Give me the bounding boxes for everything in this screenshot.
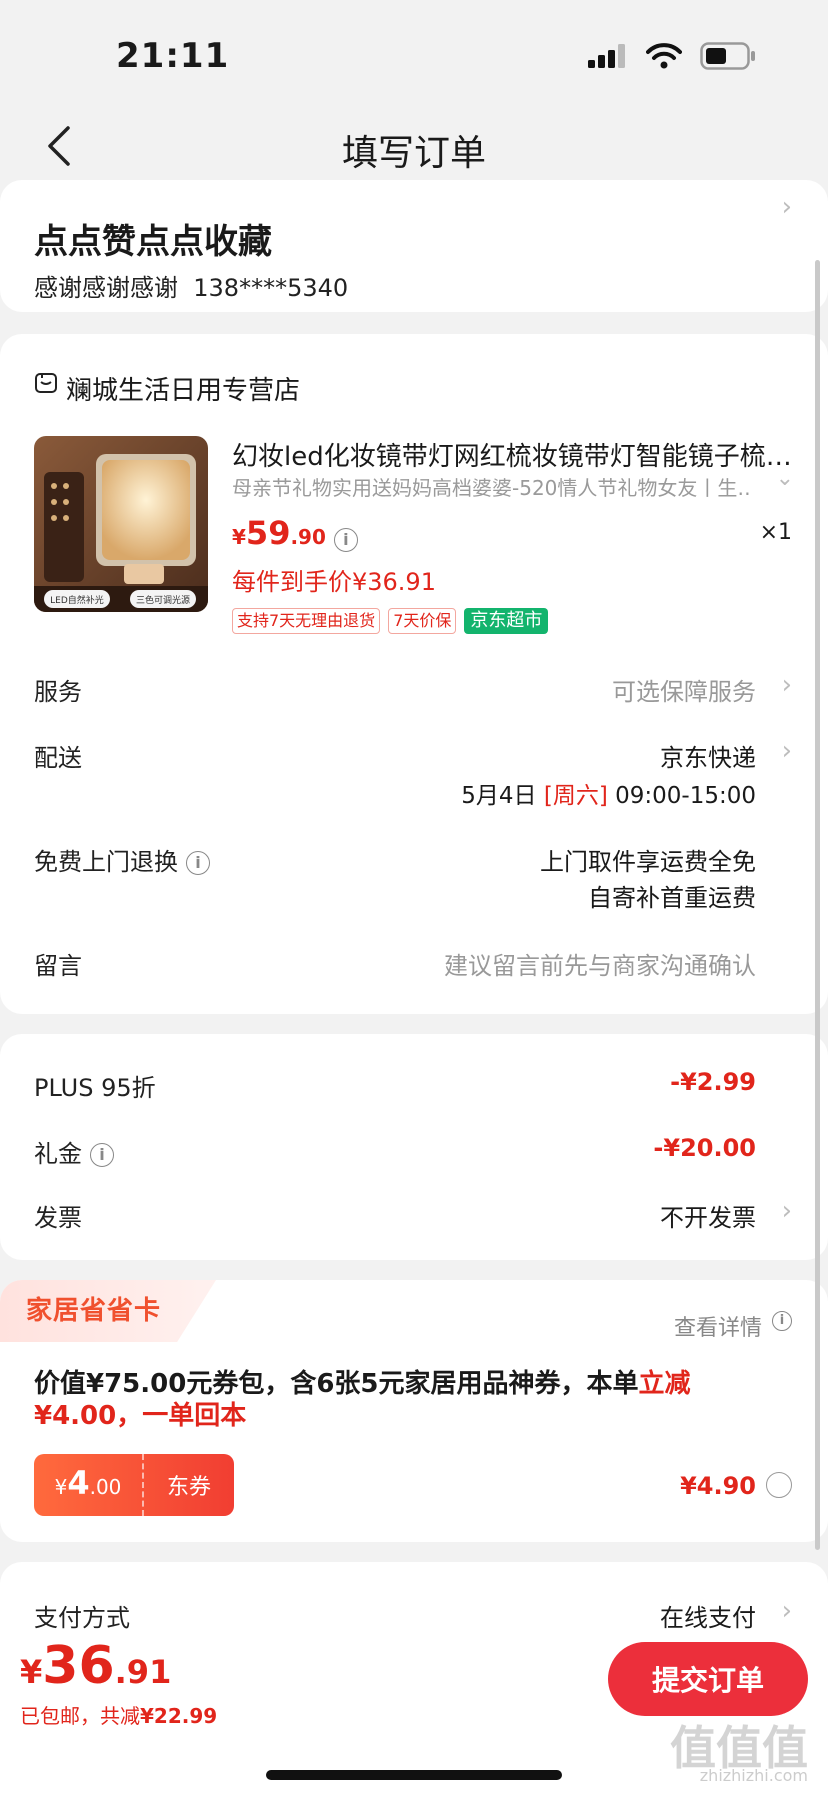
summary-saved-value: ¥22.99 [140,1704,218,1728]
shop-name[interactable]: 斓城生活日用专营店 [66,370,300,407]
cellular-signal-icon [588,44,625,68]
service-label: 服务 [34,678,82,706]
expand-chevron-icon[interactable]: ⌄ [776,466,794,491]
summary-shipping: 已包邮， [20,1704,100,1728]
invoice-chevron-icon[interactable]: › [782,1196,792,1226]
payment-value[interactable]: 在线支付 [660,1598,756,1633]
gift-label-text: 礼金 [34,1140,82,1168]
promo-text-a: 价值¥75.00元券包，含6张5元家居用品神券，本单 [34,1369,639,1399]
address-chevron-icon[interactable]: › [782,192,792,222]
savings-card-price: ¥4.90 [680,1472,756,1500]
coupon-amount: ¥4.00 [34,1454,144,1516]
service-value[interactable]: 可选保障服务 [612,672,756,707]
address-contact: 感谢感谢感谢 138****5340 [34,268,348,303]
delivery-chevron-icon[interactable]: › [782,736,792,766]
payment-chevron-icon[interactable]: › [782,1596,792,1626]
battery-icon [700,42,755,70]
coupon[interactable]: ¥4.00 东券 [34,1454,234,1516]
tag-price-protect: 7天价保 [388,608,457,634]
total-dec: .91 [114,1653,172,1691]
price-info-icon[interactable]: i [333,527,358,552]
product-tags: 支持7天无理由退货 7天价保 京东超市 [232,608,549,634]
invoice-label: 发票 [34,1204,82,1232]
coupon-label: 东券 [166,1475,211,1500]
promo-text-c: ¥4.00，一单回本 [34,1401,247,1431]
submit-order-button[interactable]: 提交订单 [608,1642,808,1716]
shop-icon [35,373,57,393]
delivery-date: 5月4日 [461,783,537,809]
return-line1: 上门取件享运费全免 [540,848,756,876]
gift-value: -¥20.00 [653,1134,756,1162]
gift-info-icon[interactable]: i [90,1143,114,1167]
return-line2: 自寄补首重运费 [588,884,756,912]
summary-saved-label: 共减 [100,1704,140,1728]
home-indicator[interactable] [266,1770,562,1780]
payment-label: 支付方式 [34,1604,130,1632]
plus-value: -¥2.99 [670,1068,756,1096]
image-label-1: LED自然补光 [50,594,104,606]
savings-promo: 价值¥75.00元券包，含6张5元家居用品神券，本单立减 ¥4.00，一单回本 [34,1368,794,1432]
savings-details-link[interactable]: 查看详情 [674,1310,762,1342]
plus-label: PLUS 95折 [34,1074,156,1102]
invoice-value[interactable]: 不开发票 [660,1198,756,1233]
delivery-slot: 09:00-15:00 [615,783,756,809]
delivery-label: 配送 [34,744,82,772]
back-arrow-icon[interactable] [40,122,80,170]
savings-badge: 家居省省卡 [26,1296,162,1326]
address-name: 点点赞点点收藏 [34,222,272,262]
product-subtitle: 母亲节礼物实用送妈妈高档婆婆-520情人节礼物女友丨生… [232,476,752,500]
contact-name: 感谢感谢感谢 [34,274,178,302]
product-title[interactable]: 幻妆led化妆镜带灯网红梳妆镜带灯智能镜子梳… [232,436,792,473]
return-label-text: 免费上门退换 [34,848,178,876]
delivery-time[interactable]: 5月4日 [周六] 09:00-15:00 [461,776,756,810]
total-currency: ¥ [20,1653,43,1691]
image-label-2: 三色可调光源 [136,594,190,606]
savings-info-icon[interactable]: i [772,1310,792,1331]
coupon-currency: ¥ [54,1475,68,1499]
product-image[interactable]: LED自然补光 三色可调光源 [34,436,208,612]
message-label: 留言 [34,952,82,980]
page-title: 填写订单 [341,133,486,174]
price-currency: ¥ [232,525,246,549]
contact-phone: 138****5340 [193,274,349,302]
return-label: 免费上门退换 i [34,842,210,877]
price-int: 59 [245,514,291,552]
total-price: ¥36.91 [20,1636,171,1696]
coupon-int: 4 [67,1464,90,1502]
delivery-weekday: [周六] [543,783,608,809]
return-info-icon[interactable]: i [186,851,210,875]
savings-card-radio[interactable] [766,1472,792,1498]
status-time: 21:11 [116,36,230,76]
gift-label: 礼金 i [34,1134,114,1169]
message-input[interactable]: 建议留言前先与商家沟通确认 [444,946,756,981]
net-price: 每件到手价¥36.91 [232,568,436,596]
tag-jd-supermarket: 京东超市 [464,608,549,634]
scrollbar[interactable] [815,260,820,1550]
promo-text-b: 立减 [638,1369,691,1399]
total-summary: 已包邮，共减¥22.99 [20,1700,217,1729]
status-icons [588,42,756,70]
delivery-value[interactable]: 京东快递 [660,738,756,773]
watermark-url: zhizhizhi.com [699,1766,808,1785]
tag-return: 支持7天无理由退货 [232,608,381,634]
coupon-dec: .00 [89,1475,122,1499]
wifi-icon [646,43,682,69]
price-dec: .90 [290,525,326,549]
product-quantity: ×1 [759,520,792,545]
product-price: ¥59.90 i [232,514,358,552]
total-int: 36 [42,1636,115,1696]
service-chevron-icon[interactable]: › [782,670,792,700]
